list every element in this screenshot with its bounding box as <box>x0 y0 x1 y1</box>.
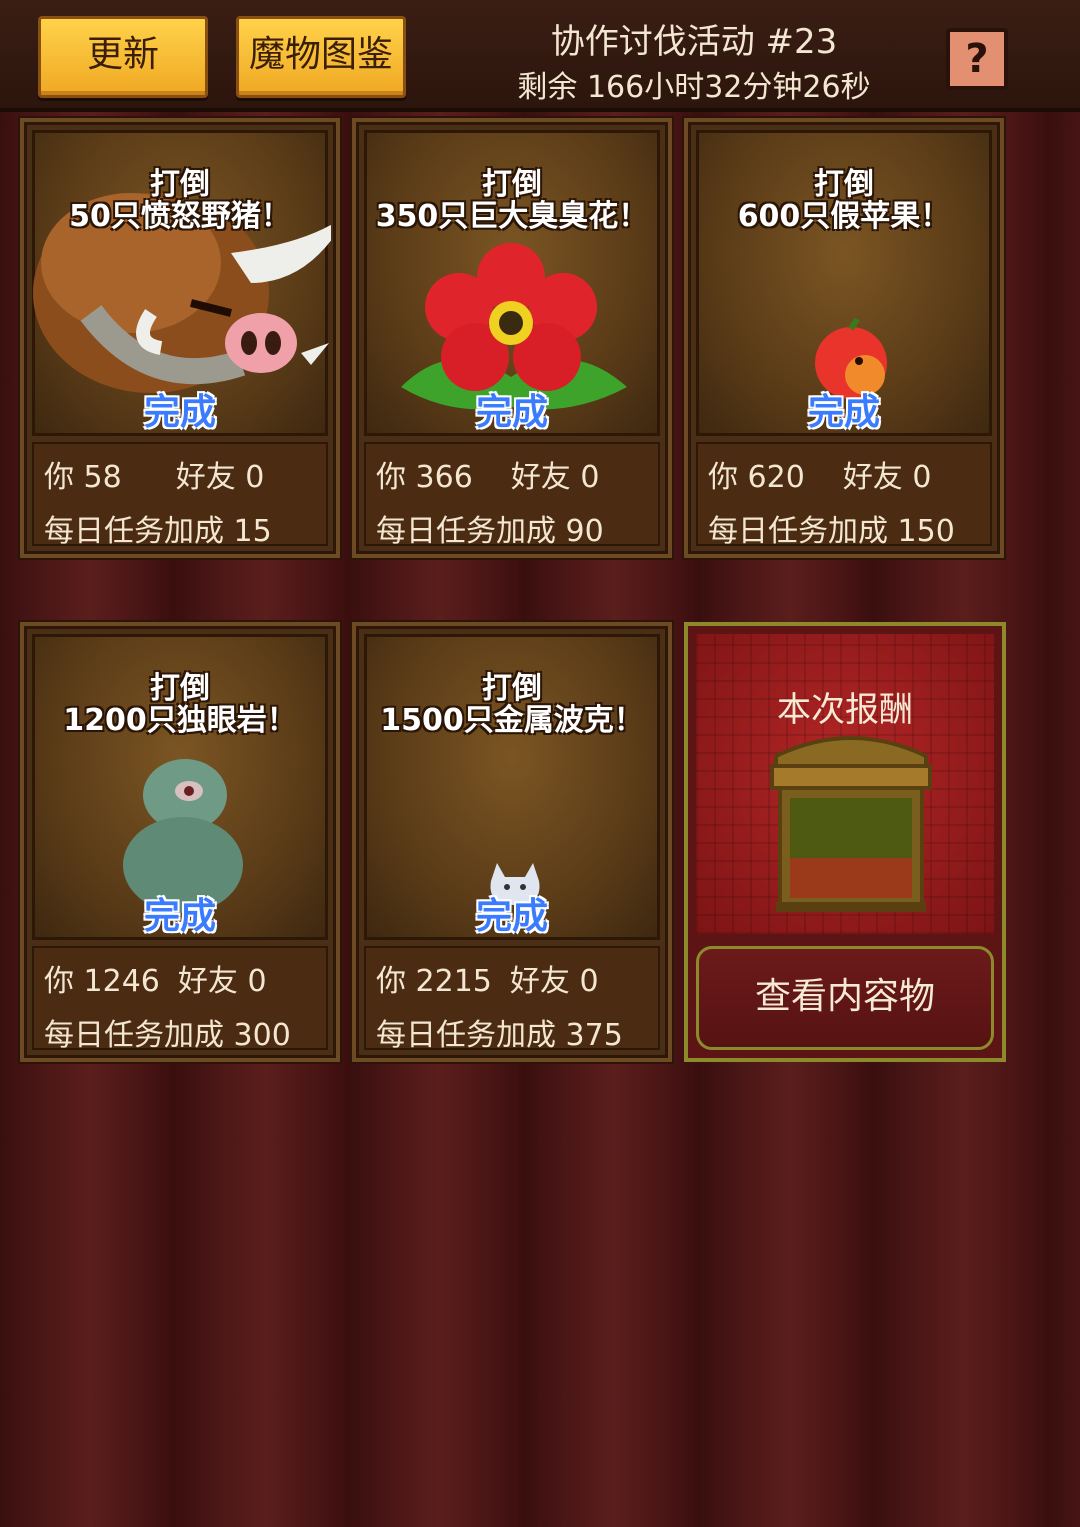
bonus-value: 300 <box>233 1018 291 1053</box>
quest-art: 打倒 1200只独眼岩！ 完成 <box>32 634 328 940</box>
done-label: 完成 <box>475 896 548 937</box>
done-label: 完成 <box>143 392 216 433</box>
event-title: 协作讨伐活动 #23 <box>550 22 838 62</box>
event-timer: 剩余 166小时32分钟26秒 <box>517 70 871 105</box>
reward-title: 本次报酬 <box>777 690 913 730</box>
friend-count: 0 <box>245 460 265 495</box>
you-count: 366 <box>415 460 473 495</box>
quest-card: 打倒 350只巨大臭臭花！ 完成 你 366 好友 0 每日任务加成 90 <box>352 118 672 558</box>
quest-stats: 你 58 好友 0 每日任务加成 15 <box>32 442 328 549</box>
bonus-value: 90 <box>565 514 604 549</box>
quest-art: 打倒 50只愤怒野猪！ 完成 <box>32 130 331 436</box>
quest-art: 打倒 350只巨大臭臭花！ 完成 <box>364 130 660 436</box>
quest-card: 打倒 1200只独眼岩！ 完成 你 1246 好友 0 每日任务加成 300 <box>20 622 340 1062</box>
quest-art: 打倒 600只假苹果！ 完成 <box>696 130 992 436</box>
you-count: 58 <box>83 460 122 495</box>
done-label: 完成 <box>143 896 216 937</box>
quest-art: 打倒 1500只金属波克！ 完成 <box>364 634 660 940</box>
reward-card: 本次报酬 查看内容物 <box>684 622 1006 1062</box>
friend-count: 0 <box>247 964 267 999</box>
quest-card: 打倒 1500只金属波克！ 完成 你 2215 好友 0 每日任务加成 375 <box>352 622 672 1062</box>
monster-dex-button[interactable]: 魔物图鉴 <box>236 16 406 98</box>
quest-title: 打倒 350只巨大臭臭花！ <box>375 167 649 234</box>
quest-stats: 你 1246 好友 0 每日任务加成 300 <box>32 946 328 1053</box>
friend-count: 0 <box>579 964 599 999</box>
you-count: 1246 <box>83 964 160 999</box>
reward-art: 本次报酬 <box>696 634 994 934</box>
quest-title: 打倒 50只愤怒野猪！ <box>69 167 291 234</box>
quest-stats: 你 2215 好友 0 每日任务加成 375 <box>364 946 660 1053</box>
quest-card: 打倒 50只愤怒野猪！ 完成 你 58 好友 0 每日任务加成 15 <box>20 118 340 558</box>
bonus-value: 150 <box>897 514 955 549</box>
done-label: 完成 <box>475 392 548 433</box>
help-icon[interactable]: ? <box>946 28 1008 90</box>
you-count: 2215 <box>415 964 492 999</box>
update-button[interactable]: 更新 <box>38 16 208 98</box>
you-count: 620 <box>747 460 805 495</box>
friend-count: 0 <box>580 460 600 495</box>
quest-title: 打倒 1200只独眼岩！ <box>63 671 297 738</box>
top-bar: 更新 魔物图鉴 协作讨伐活动 #23 剩余 166小时32分钟26秒 ? <box>0 0 1080 112</box>
quest-stats: 你 366 好友 0 每日任务加成 90 <box>364 442 660 549</box>
done-label: 完成 <box>807 392 880 433</box>
bonus-value: 375 <box>565 1018 623 1053</box>
quest-title: 打倒 600只假苹果！ <box>737 167 951 234</box>
quest-title: 打倒 1500只金属波克！ <box>380 671 644 738</box>
view-contents-button[interactable]: 查看内容物 <box>696 946 994 1050</box>
quest-card: 打倒 600只假苹果！ 完成 你 620 好友 0 每日任务加成 150 <box>684 118 1004 558</box>
bonus-value: 15 <box>233 514 272 549</box>
treasure-chest-icon <box>770 736 932 912</box>
quest-stats: 你 620 好友 0 每日任务加成 150 <box>696 442 992 549</box>
friend-count: 0 <box>912 460 932 495</box>
